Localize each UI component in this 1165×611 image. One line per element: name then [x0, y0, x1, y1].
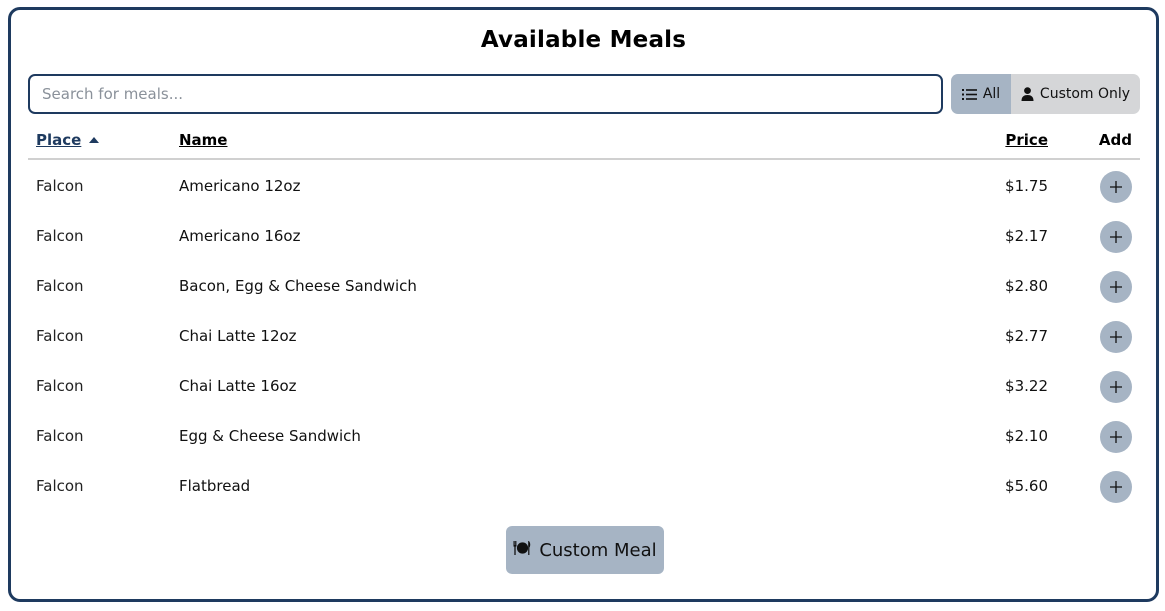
filter-custom-only-label: Custom Only: [1039, 86, 1131, 102]
filter-all-button[interactable]: All: [951, 74, 1011, 114]
column-header-place-label: Place: [36, 131, 82, 149]
column-header-price[interactable]: Price: [1005, 131, 1048, 149]
cell-price: $2.17: [1005, 227, 1048, 245]
table-row: Falcon Egg & Cheese Sandwich $2.10: [28, 412, 1140, 462]
filter-all-label: All: [982, 86, 1001, 102]
sort-ascending-icon: [89, 137, 100, 143]
add-meal-button[interactable]: [1100, 371, 1132, 403]
filter-toggle-group: All Custom Only: [951, 74, 1140, 114]
list-icon: [961, 88, 977, 101]
cell-place: Falcon: [36, 277, 84, 295]
table-row: Falcon Chai Latte 12oz $2.77: [28, 312, 1140, 362]
available-meals-panel: Available Meals All: [8, 7, 1159, 602]
add-meal-button[interactable]: [1100, 171, 1132, 203]
cell-price: $2.80: [1005, 277, 1048, 295]
cell-name: Americano 12oz: [179, 177, 301, 195]
custom-meal-label: Custom Meal: [539, 539, 657, 561]
filter-custom-only-button[interactable]: Custom Only: [1011, 74, 1140, 114]
page-title: Available Meals: [480, 27, 687, 53]
plus-icon: [1110, 181, 1122, 193]
add-meal-button[interactable]: [1100, 471, 1132, 503]
search-input[interactable]: [28, 74, 943, 114]
cell-name: Flatbread: [179, 477, 251, 495]
plus-icon: [1110, 281, 1122, 293]
cell-price: $2.77: [1005, 327, 1048, 345]
plus-icon: [1110, 431, 1122, 443]
table-row: Falcon Flatbread $5.60: [28, 462, 1140, 512]
cell-place: Falcon: [36, 377, 84, 395]
cell-place: Falcon: [36, 477, 84, 495]
table-row: Falcon Bacon, Egg & Cheese Sandwich $2.8…: [28, 262, 1140, 312]
meals-table-body: Falcon Americano 12oz $1.75 Falcon Ameri…: [28, 162, 1140, 512]
add-meal-button[interactable]: [1100, 321, 1132, 353]
cell-price: $3.22: [1005, 377, 1048, 395]
plus-icon: [1110, 381, 1122, 393]
plus-icon: [1110, 331, 1122, 343]
cell-price: $2.10: [1005, 427, 1048, 445]
custom-meal-button[interactable]: Custom Meal: [506, 526, 664, 574]
column-header-add: Add: [1098, 131, 1132, 149]
cell-place: Falcon: [36, 227, 84, 245]
cell-name: Chai Latte 12oz: [179, 327, 297, 345]
cell-place: Falcon: [36, 427, 84, 445]
cell-name: Chai Latte 16oz: [179, 377, 297, 395]
column-header-place[interactable]: Place: [36, 131, 100, 149]
cell-name: Americano 16oz: [179, 227, 301, 245]
cell-price: $5.60: [1005, 477, 1048, 495]
table-row: Falcon Chai Latte 16oz $3.22: [28, 362, 1140, 412]
cell-place: Falcon: [36, 327, 84, 345]
table-header: Place Name Price Add: [28, 122, 1140, 160]
plate-utensils-icon: [513, 540, 531, 561]
cell-place: Falcon: [36, 177, 84, 195]
table-row: Falcon Americano 16oz $2.17: [28, 212, 1140, 262]
plus-icon: [1110, 231, 1122, 243]
add-meal-button[interactable]: [1100, 421, 1132, 453]
add-meal-button[interactable]: [1100, 271, 1132, 303]
add-meal-button[interactable]: [1100, 221, 1132, 253]
cell-name: Bacon, Egg & Cheese Sandwich: [179, 277, 417, 295]
cell-price: $1.75: [1005, 177, 1048, 195]
cell-name: Egg & Cheese Sandwich: [179, 427, 361, 445]
plus-icon: [1110, 481, 1122, 493]
user-icon: [1021, 87, 1034, 101]
column-header-name[interactable]: Name: [179, 131, 227, 149]
table-row: Falcon Americano 12oz $1.75: [28, 162, 1140, 212]
